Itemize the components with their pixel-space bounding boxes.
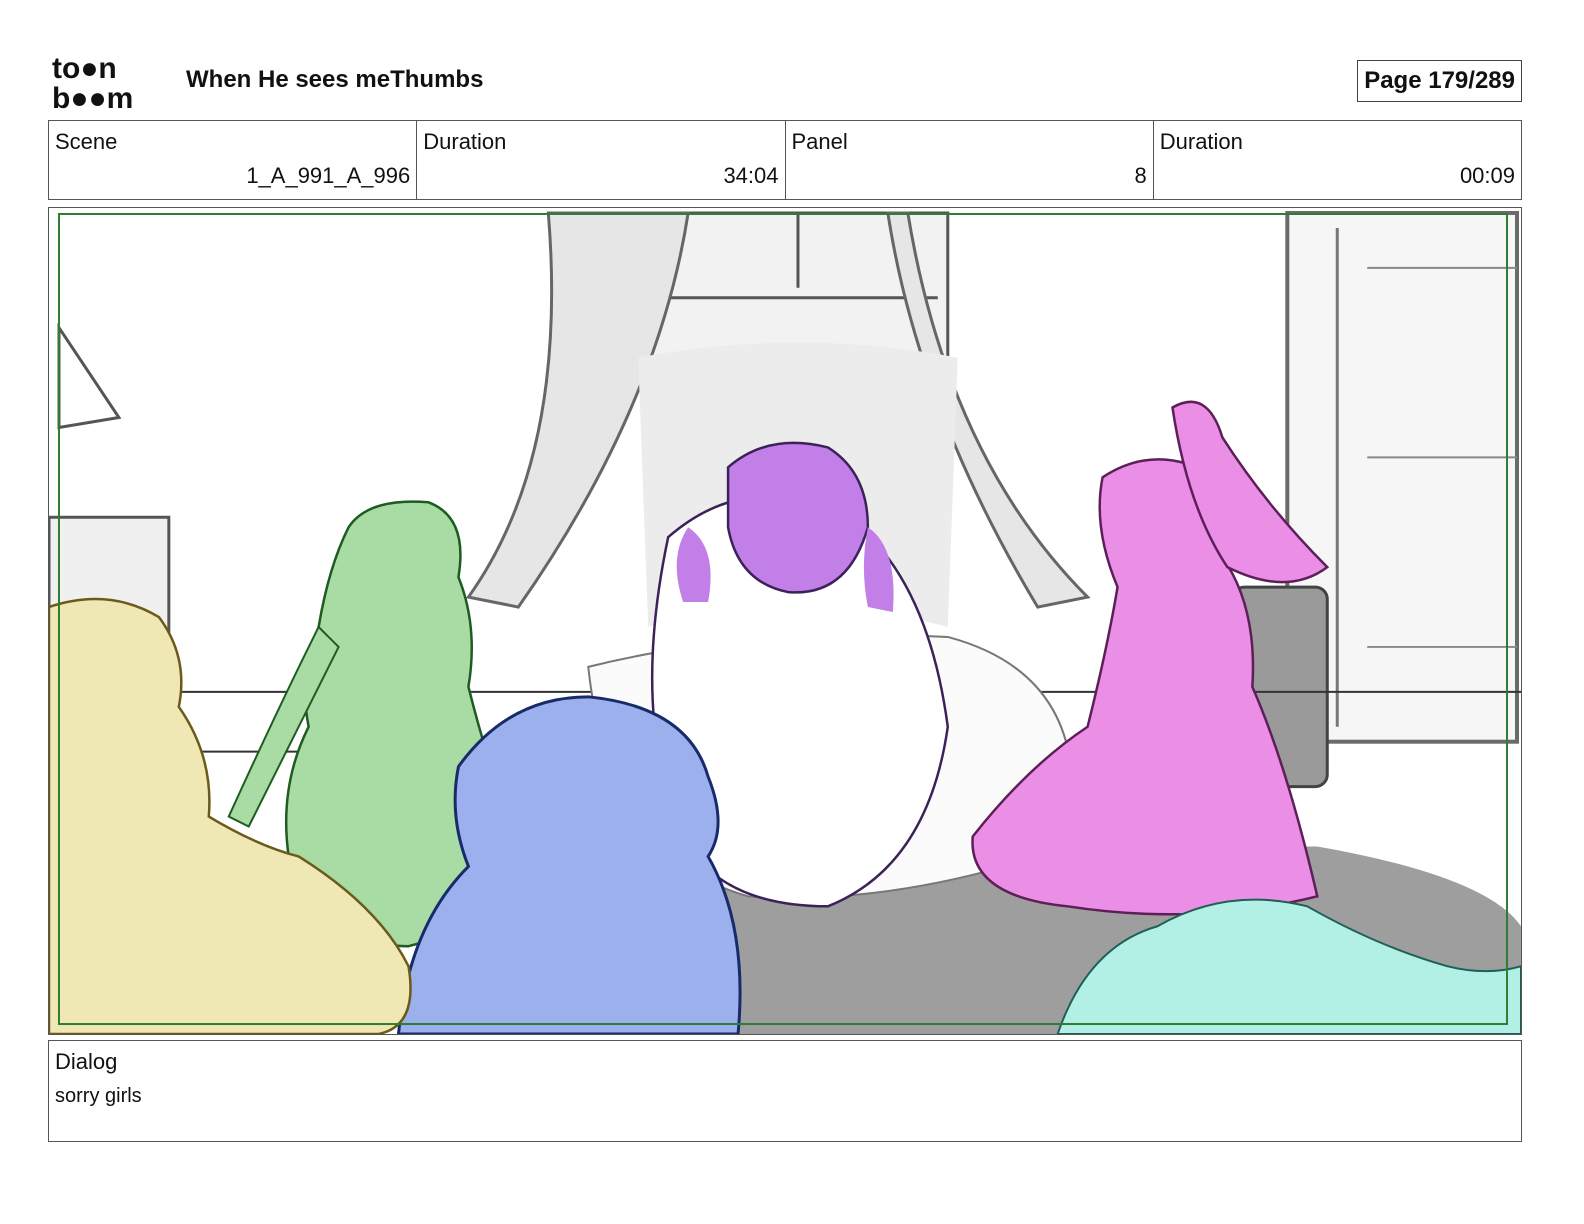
scene-duration-cell: Duration 34:04 bbox=[417, 121, 786, 199]
scene-value: 1_A_991_A_996 bbox=[246, 163, 411, 188]
panel-label: Panel bbox=[791, 129, 848, 154]
scene-cell: Scene 1_A_991_A_996 bbox=[49, 121, 418, 199]
document-title: When He sees meThumbs bbox=[186, 66, 484, 93]
svg-text:to●n: to●n bbox=[52, 52, 117, 85]
dialog-text: sorry girls bbox=[55, 1085, 142, 1107]
scene-info-bar: Scene 1_A_991_A_996 Duration 34:04 Panel… bbox=[48, 120, 1522, 200]
dialog-label: Dialog bbox=[55, 1049, 118, 1074]
page-number: Page 179/289 bbox=[1357, 60, 1522, 102]
svg-text:b●●m: b●●m bbox=[52, 82, 133, 110]
panel-cell: Panel 8 bbox=[786, 121, 1154, 199]
storyboard-sketch-image bbox=[49, 208, 1521, 1034]
toonboom-logo: to●n b●●m bbox=[52, 52, 133, 110]
scene-duration-label: Duration bbox=[423, 129, 507, 154]
storyboard-panel bbox=[48, 207, 1522, 1035]
scene-label: Scene bbox=[55, 129, 118, 154]
dialog-section: Dialog sorry girls bbox=[48, 1040, 1522, 1142]
panel-duration-label: Duration bbox=[1159, 129, 1243, 154]
panel-value: 8 bbox=[1134, 163, 1147, 188]
panel-duration-value: 00:09 bbox=[1459, 163, 1515, 188]
panel-duration-cell: Duration 00:09 bbox=[1154, 121, 1521, 199]
page-header: to●n b●●m When He sees meThumbs Page 179… bbox=[48, 48, 1522, 112]
scene-duration-value: 34:04 bbox=[723, 163, 779, 188]
